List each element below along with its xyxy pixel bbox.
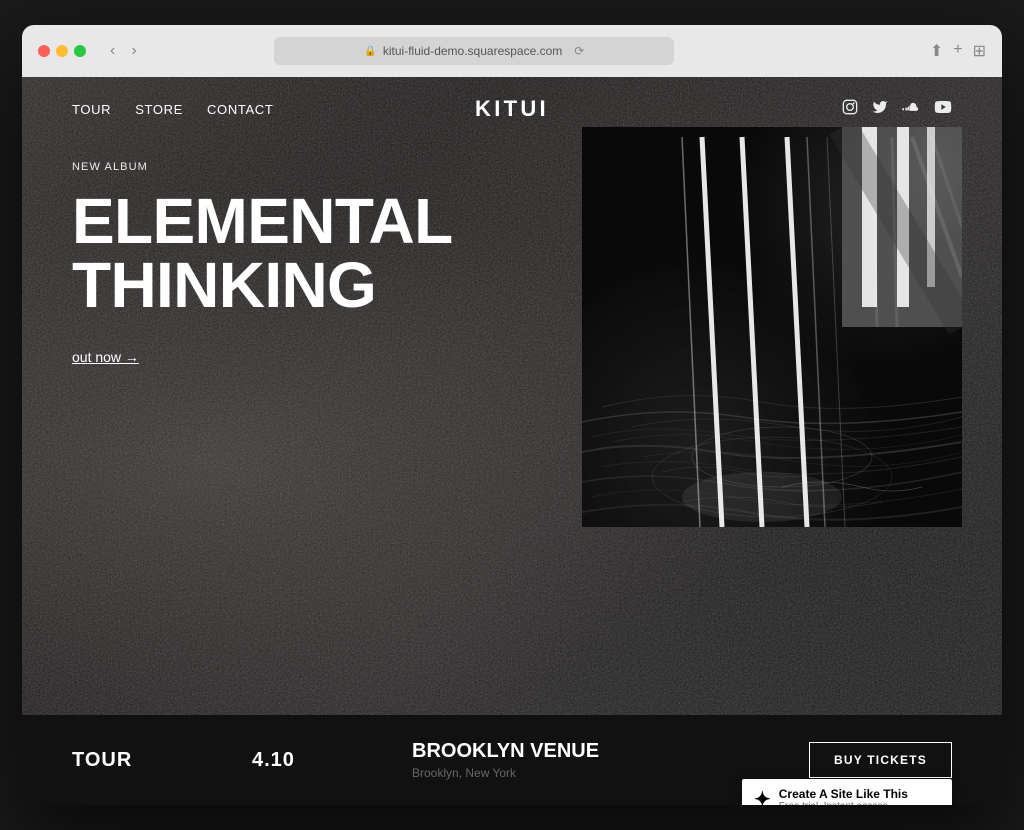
browser-actions: ⬆ + ⊞ bbox=[930, 41, 986, 61]
new-tab-icon[interactable]: + bbox=[953, 41, 962, 61]
share-icon[interactable]: ⬆ bbox=[930, 41, 943, 61]
traffic-light-close[interactable] bbox=[38, 45, 50, 57]
tour-date-wrapper: 4.10 bbox=[252, 749, 412, 772]
buy-tickets-button[interactable]: BUY TICKETS bbox=[809, 742, 952, 778]
tour-section-label: TOUR bbox=[72, 749, 252, 772]
squarespace-title: Create A Site Like This bbox=[779, 787, 908, 801]
nav-link-tour[interactable]: TOUR bbox=[72, 102, 111, 117]
site-content: TOUR STORE CONTACT KITUI bbox=[22, 77, 1002, 805]
squarespace-subtitle: Free trial. Instant access. bbox=[779, 801, 908, 805]
tabs-icon[interactable]: ⊞ bbox=[973, 41, 986, 61]
browser-chrome: ‹ › 🔒 kitui-fluid-demo.squarespace.com ⟳… bbox=[22, 25, 1002, 77]
album-art-svg bbox=[582, 127, 962, 527]
soundcloud-icon[interactable] bbox=[902, 99, 920, 119]
instagram-icon[interactable] bbox=[842, 99, 858, 119]
nav-right bbox=[842, 99, 952, 119]
traffic-light-minimize[interactable] bbox=[56, 45, 68, 57]
hero-section: TOUR STORE CONTACT KITUI bbox=[22, 77, 1002, 715]
album-art bbox=[582, 127, 962, 527]
navbar: TOUR STORE CONTACT KITUI bbox=[22, 77, 1002, 141]
nav-center: KITUI bbox=[475, 96, 549, 122]
album-title-line1: ELEMENTAL bbox=[72, 185, 453, 257]
browser-window: ‹ › 🔒 kitui-fluid-demo.squarespace.com ⟳… bbox=[22, 25, 1002, 805]
traffic-light-maximize[interactable] bbox=[74, 45, 86, 57]
nav-left: TOUR STORE CONTACT bbox=[72, 102, 273, 117]
squarespace-badge: ✦ Create A Site Like This Free trial. In… bbox=[742, 779, 952, 805]
tour-buy-wrapper: BUY TICKETS ✦ Create A Site Like This Fr… bbox=[809, 742, 952, 778]
back-button[interactable]: ‹ bbox=[106, 40, 119, 62]
traffic-lights bbox=[38, 45, 86, 57]
twitter-icon[interactable] bbox=[872, 99, 888, 119]
browser-nav-controls: ‹ › bbox=[106, 40, 141, 62]
album-title-line2: THINKING bbox=[72, 249, 376, 321]
out-now-link[interactable]: out now → bbox=[72, 349, 139, 365]
tour-venue: BROOKLYN VENUE bbox=[412, 740, 809, 763]
tour-section: TOUR 4.10 BROOKLYN VENUE Brooklyn, New Y… bbox=[22, 715, 1002, 805]
reload-icon[interactable]: ⟳ bbox=[574, 44, 584, 58]
tour-date: 4.10 bbox=[252, 749, 412, 772]
youtube-icon[interactable] bbox=[934, 100, 952, 118]
tour-venue-location: Brooklyn, New York bbox=[412, 766, 809, 780]
address-bar[interactable]: 🔒 kitui-fluid-demo.squarespace.com ⟳ bbox=[274, 37, 674, 65]
album-art-container bbox=[582, 127, 962, 527]
lock-icon: 🔒 bbox=[364, 46, 376, 57]
url-text: kitui-fluid-demo.squarespace.com bbox=[383, 44, 562, 58]
tour-venue-wrapper: BROOKLYN VENUE Brooklyn, New York bbox=[412, 740, 809, 780]
nav-link-contact[interactable]: CONTACT bbox=[207, 102, 273, 117]
squarespace-logo-icon: ✦ bbox=[754, 787, 771, 805]
forward-button[interactable]: › bbox=[127, 40, 140, 62]
nav-link-store[interactable]: STORE bbox=[135, 102, 183, 117]
site-title: KITUI bbox=[475, 96, 549, 121]
squarespace-text: Create A Site Like This Free trial. Inst… bbox=[779, 787, 908, 805]
